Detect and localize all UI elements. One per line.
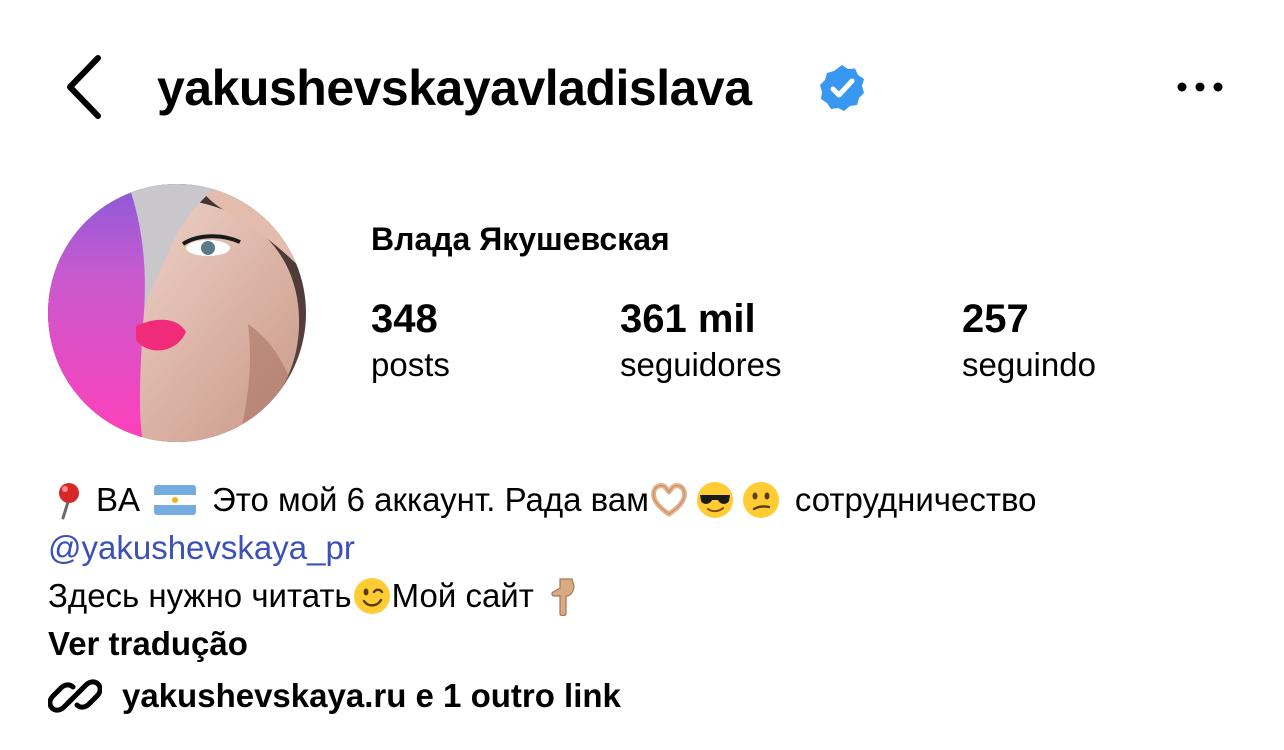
stat-followers-label: seguidores — [620, 346, 782, 383]
link-icon — [48, 679, 102, 713]
bio-text-read: Здесь нужно читать — [48, 577, 352, 614]
stat-followers[interactable]: 361 mil seguidores — [620, 294, 781, 386]
stat-following-label: seguindo — [962, 346, 1096, 383]
chevron-left-icon — [67, 55, 101, 119]
winking-face-icon — [353, 578, 390, 614]
profile-username: yakushevskayavladislava — [157, 60, 752, 116]
heart-hands-icon — [650, 483, 687, 517]
bio-text-1: Это мой 6 аккаунт. Рада вам — [212, 481, 649, 518]
bio-location: BA — [96, 481, 141, 518]
bio-text-site: Мой сайт — [391, 577, 534, 614]
more-horizontal-icon — [1177, 82, 1223, 92]
confused-face-icon — [742, 482, 779, 518]
verified-badge-icon — [820, 65, 864, 111]
profile-display-name: Влада Якушевская — [371, 221, 670, 257]
more-options-button[interactable] — [1170, 70, 1230, 104]
profile-bio: BA Это мой 6 аккаунт. Рада вам сотруднич… — [48, 476, 1248, 668]
bio-text-collab: сотрудничество — [794, 481, 1037, 518]
bio-line-1: BA Это мой 6 аккаунт. Рада вам сотруднич… — [48, 476, 1248, 524]
pointing-down-icon — [551, 578, 575, 616]
see-translation-button[interactable]: Ver tradução — [48, 620, 248, 668]
profile-avatar[interactable] — [48, 184, 306, 442]
profile-links[interactable]: yakushevskaya.ru e 1 outro link — [48, 668, 621, 724]
profile-link-text: yakushevskaya.ru e 1 outro link — [122, 677, 621, 714]
profile-header: yakushevskayavladislava — [0, 0, 1284, 180]
bio-line-4: Ver tradução — [48, 620, 1248, 668]
round-pushpin-icon — [59, 483, 79, 520]
stat-posts-label: posts — [371, 346, 450, 383]
back-button[interactable] — [58, 52, 108, 122]
bio-mention-link[interactable]: @yakushevskaya_pr — [48, 524, 355, 572]
bio-line-2: @yakushevskaya_pr — [48, 524, 1248, 572]
stat-following-value: 257 — [962, 297, 1029, 341]
stat-posts[interactable]: 348 posts — [371, 294, 450, 386]
stat-following[interactable]: 257 seguindo — [962, 294, 1096, 386]
bio-line-3: Здесь нужно читать Мой сайт — [48, 572, 1248, 620]
stat-posts-value: 348 — [371, 297, 438, 341]
stat-followers-value: 361 mil — [620, 297, 756, 341]
sunglasses-face-icon — [696, 482, 733, 518]
argentina-flag-icon — [154, 485, 197, 515]
avatar-photo — [48, 184, 306, 442]
